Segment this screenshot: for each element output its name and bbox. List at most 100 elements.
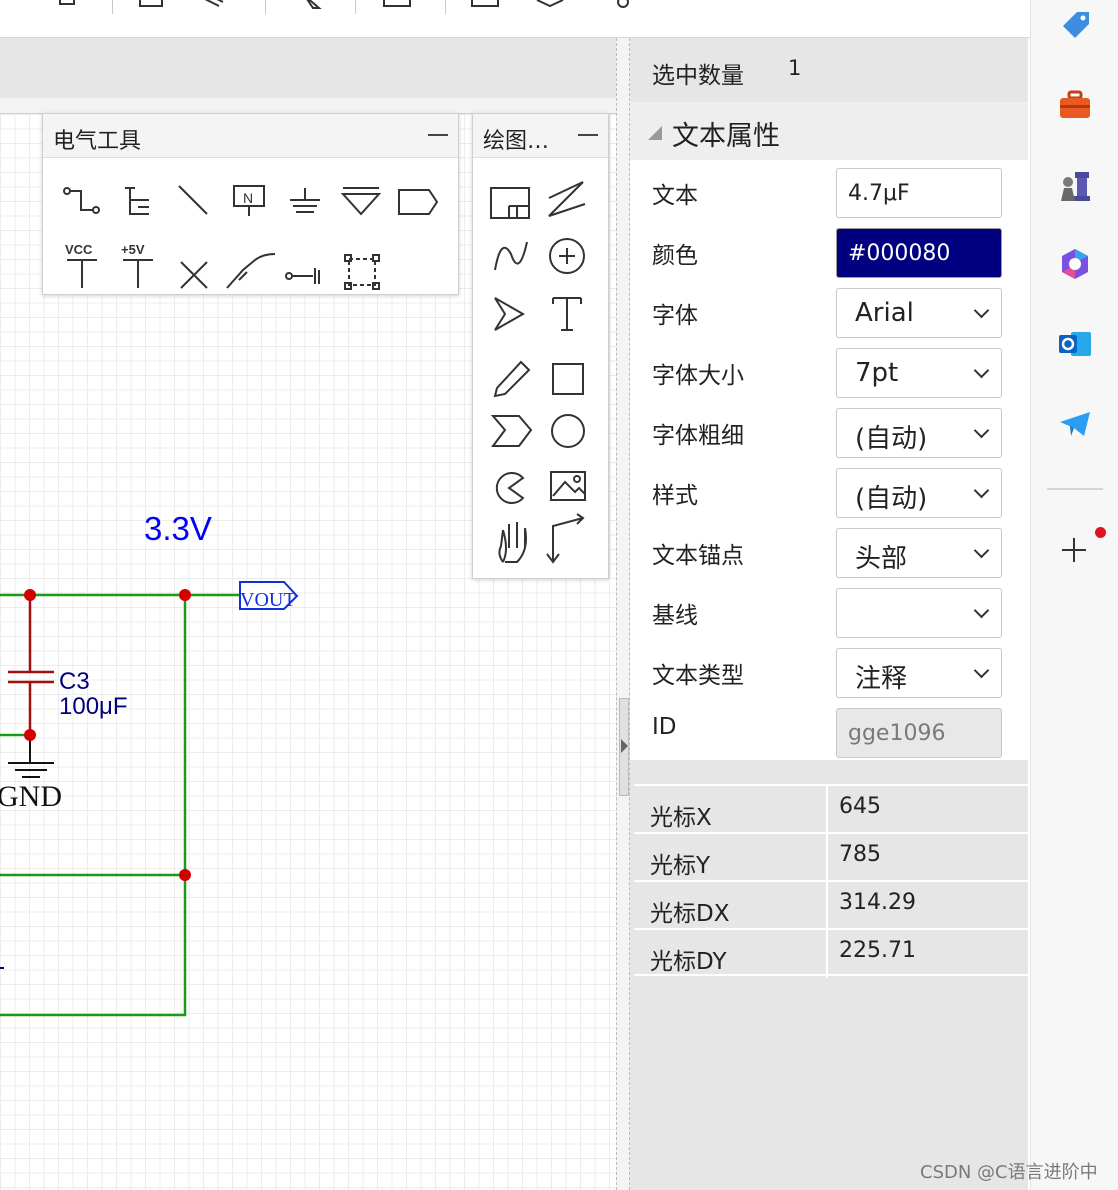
chevron-down-icon bbox=[973, 422, 990, 439]
electrical-tools-titlebar[interactable]: 电气工具 bbox=[43, 114, 458, 158]
cap-value-label[interactable]: 100μF bbox=[59, 693, 128, 720]
id-field-label: ID bbox=[652, 714, 677, 740]
font-select-value: Arial bbox=[855, 298, 914, 328]
color-input[interactable]: #000080 bbox=[836, 228, 1002, 278]
font-select[interactable]: Arial bbox=[836, 288, 1002, 338]
cursor-y-label: 光标Y bbox=[650, 853, 711, 879]
chevron-down-icon bbox=[973, 302, 990, 319]
line-tool-icon[interactable] bbox=[178, 185, 208, 215]
font-size-select[interactable]: 7pt bbox=[836, 348, 1002, 398]
tag-icon[interactable] bbox=[1057, 6, 1093, 42]
electrical-tools-panel[interactable]: 电气工具 N VCC +5V bbox=[42, 113, 459, 295]
share-icon[interactable] bbox=[605, 0, 635, 14]
anchor-select[interactable]: 头部 bbox=[836, 528, 1002, 578]
id-input: gge1096 bbox=[836, 708, 1002, 758]
collapse-triangle-icon[interactable] bbox=[648, 126, 662, 140]
netport-tool-icon[interactable] bbox=[398, 189, 439, 215]
baseline-select[interactable] bbox=[836, 588, 1002, 638]
add-icon[interactable] bbox=[1060, 536, 1088, 564]
chess-icon[interactable] bbox=[1057, 168, 1093, 204]
text-tool-icon[interactable] bbox=[552, 297, 582, 331]
copy-icon[interactable] bbox=[52, 0, 82, 14]
fence-tool-icon[interactable] bbox=[344, 254, 380, 290]
hand-tool-icon[interactable] bbox=[498, 522, 527, 563]
toolbar-separator bbox=[265, 0, 266, 14]
vcc-tool-icon[interactable] bbox=[67, 259, 97, 288]
font-weight-select-value: (自动) bbox=[855, 424, 928, 454]
layers-icon[interactable] bbox=[535, 0, 565, 14]
rectangle-tool-icon[interactable] bbox=[552, 363, 584, 395]
watermark: CSDN @C语言进阶中 bbox=[920, 1162, 1098, 1183]
wire-tool-icon[interactable] bbox=[63, 187, 100, 214]
copilot-icon[interactable] bbox=[1057, 246, 1093, 282]
telegram-icon[interactable] bbox=[1057, 406, 1093, 442]
probe-tool-icon[interactable] bbox=[226, 253, 276, 289]
voltage-label[interactable]: 3.3V bbox=[144, 510, 212, 547]
font-size-select-value: 7pt bbox=[855, 358, 899, 388]
text-input-value: 4.7μF bbox=[848, 181, 910, 206]
panel-splitter[interactable] bbox=[616, 38, 630, 1190]
color-field-label: 颜色 bbox=[652, 243, 698, 269]
cursor-x-value: 645 bbox=[839, 794, 881, 819]
schematic-canvas[interactable]: VOUT 3.3V C3 100μF GND 电气工具 N VCC +5V 绘图… bbox=[0, 38, 616, 1190]
style-select[interactable]: (自动) bbox=[836, 468, 1002, 518]
cursor-dy-value: 225.71 bbox=[839, 938, 916, 963]
dimension-tool-icon[interactable] bbox=[546, 513, 585, 564]
junction-dot bbox=[179, 869, 191, 881]
gnd-label[interactable]: GND bbox=[0, 780, 62, 813]
collapse-handle[interactable] bbox=[619, 698, 629, 796]
pie-tool-icon[interactable] bbox=[495, 472, 525, 504]
frame-tool-icon[interactable] bbox=[490, 187, 530, 219]
plus5v-tool-icon[interactable] bbox=[123, 259, 153, 288]
style-select-value: (自动) bbox=[855, 484, 928, 514]
font-weight-select[interactable]: (自动) bbox=[836, 408, 1002, 458]
cursor-dy-label: 光标DY bbox=[650, 949, 727, 975]
ellipse-tool-icon[interactable] bbox=[551, 414, 585, 448]
polyline-tool-icon[interactable] bbox=[548, 181, 586, 217]
font-field-label: 字体 bbox=[652, 303, 698, 329]
arrow-tool-icon[interactable] bbox=[494, 297, 526, 331]
cursor-dx-value: 314.29 bbox=[839, 890, 916, 915]
bus-tool-icon[interactable] bbox=[125, 187, 149, 215]
minimize-button[interactable] bbox=[428, 134, 448, 136]
bom-icon[interactable] bbox=[382, 0, 412, 14]
vout-label: VOUT bbox=[240, 589, 296, 611]
gnd-symbol[interactable] bbox=[8, 735, 54, 778]
gallery-icon[interactable] bbox=[470, 0, 500, 14]
text-type-select-value: 注释 bbox=[855, 664, 908, 694]
pencil-tool-icon[interactable] bbox=[493, 360, 531, 398]
cursor-dx-row: 光标DX 314.29 bbox=[634, 880, 1028, 930]
toolbar-separator bbox=[355, 0, 356, 14]
net-label-char: N bbox=[243, 190, 253, 206]
drawing-tools-titlebar[interactable]: 绘图… bbox=[473, 114, 608, 158]
chevron-down-icon bbox=[973, 542, 990, 559]
bezier-tool-icon[interactable] bbox=[494, 241, 528, 271]
cursor-y-value: 785 bbox=[839, 842, 881, 867]
text-input[interactable]: 4.7μF bbox=[836, 168, 1002, 218]
color-input-value: #000080 bbox=[848, 241, 951, 266]
panel-title: 绘图… bbox=[483, 129, 550, 154]
toolbox-icon[interactable] bbox=[1057, 88, 1093, 124]
ground-tool-icon[interactable] bbox=[290, 188, 320, 213]
font-size-field-label: 字体大小 bbox=[652, 363, 744, 389]
text-type-select[interactable]: 注释 bbox=[836, 648, 1002, 698]
netport-down-icon[interactable] bbox=[340, 187, 382, 216]
drawing-tools-panel[interactable]: 绘图… bbox=[472, 113, 609, 579]
capacitor-c3[interactable] bbox=[8, 595, 54, 735]
no-connect-icon[interactable] bbox=[180, 261, 208, 289]
pointer-icon[interactable] bbox=[297, 0, 327, 14]
toolbar-separator bbox=[445, 0, 446, 14]
image-icon[interactable] bbox=[137, 0, 167, 14]
arc-tool-icon[interactable] bbox=[549, 238, 585, 274]
image-tool-icon[interactable] bbox=[550, 471, 586, 501]
pin-tool-icon[interactable] bbox=[285, 268, 320, 284]
minimize-button[interactable] bbox=[578, 134, 598, 136]
format-brush-icon[interactable] bbox=[197, 0, 227, 14]
outlook-icon[interactable] bbox=[1057, 326, 1093, 362]
junction-dot bbox=[179, 589, 191, 601]
text-properties-header[interactable]: 文本属性 bbox=[630, 102, 1028, 160]
notification-dot bbox=[1095, 527, 1106, 538]
chevron-down-icon bbox=[973, 662, 990, 679]
polygon-tool-icon[interactable] bbox=[490, 415, 533, 447]
cap-ref-label[interactable]: C3 bbox=[59, 668, 90, 695]
